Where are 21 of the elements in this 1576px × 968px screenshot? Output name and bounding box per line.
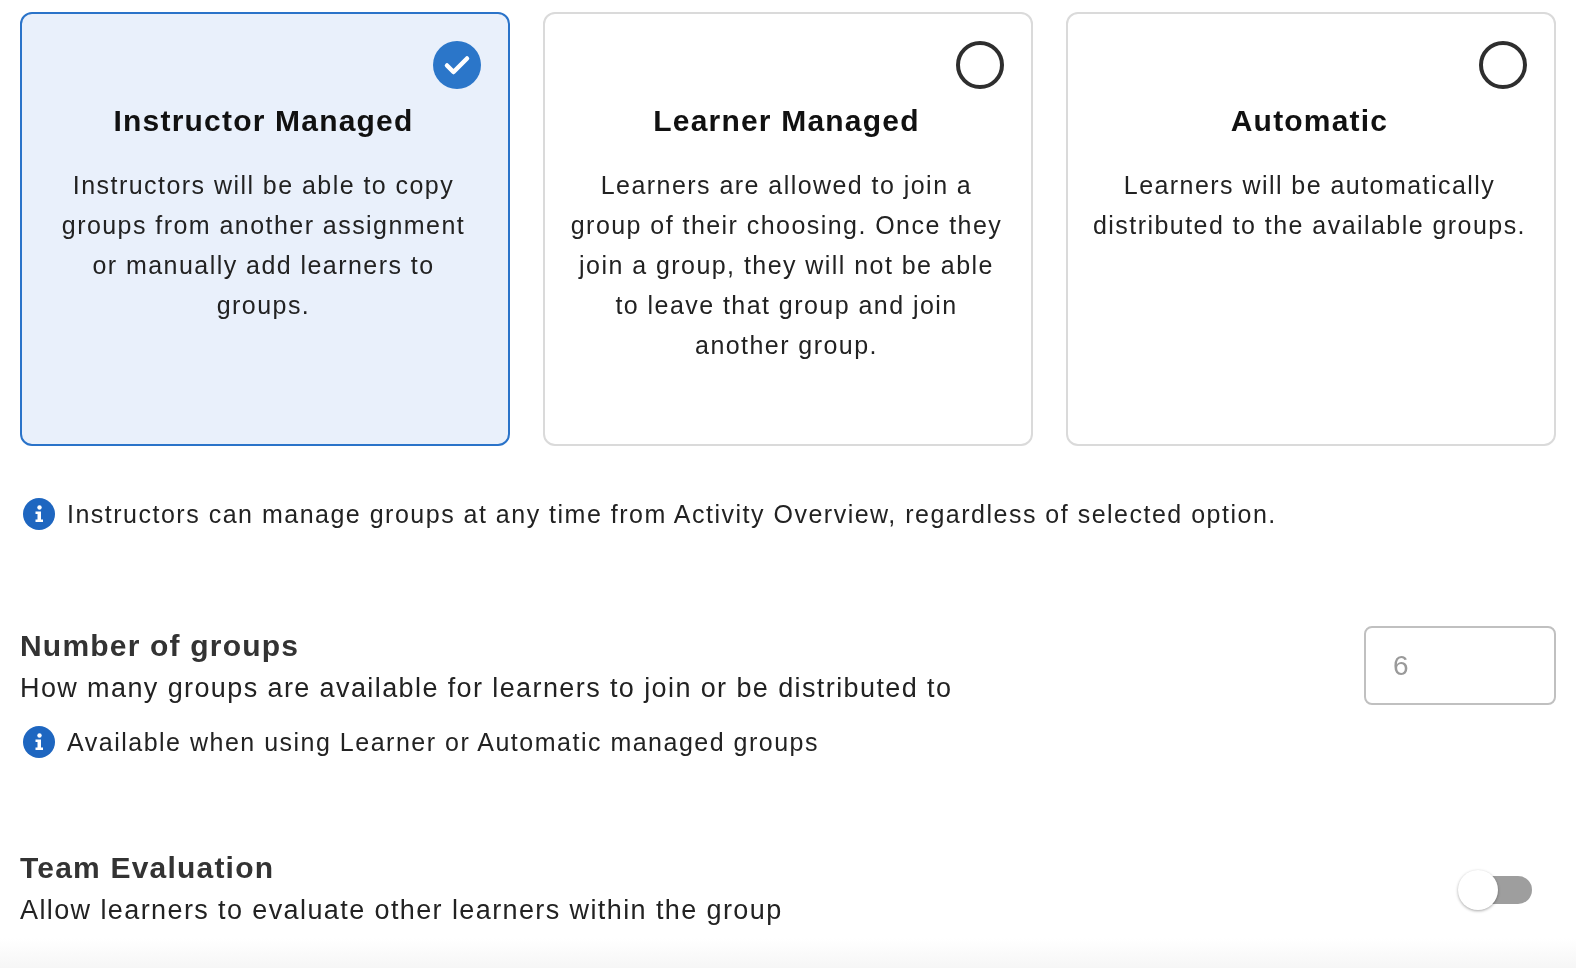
option-card[interactable]: Automatic Learners will be automatically distributed to the available groups. <box>1066 12 1556 446</box>
info-text: Available when using Learner or Automatic managed groups <box>67 727 820 758</box>
option-title: Learner Managed <box>653 103 920 139</box>
option-title: Instructor Managed <box>113 103 414 139</box>
option-card[interactable]: Instructor Managed Instructors will be able to copy groups from another assignment or manually add learners to groups. <box>20 12 510 446</box>
setting-title: Team Evaluation <box>20 850 276 886</box>
option-title: Automatic <box>1230 103 1389 139</box>
setting-description: Allow learners to evaluate other learners within the group <box>20 894 783 927</box>
option-description: Instructors will be able to copy groups from another assignment or manually add learners to groups. <box>60 170 467 321</box>
info-text: Instructors can manage groups at any time from Activity Overview, regardless of selected option. <box>67 499 1277 530</box>
option-card[interactable]: Learner Managed Learners are allowed to join a group of their choosing. Once they join a group, they will not be able to leave that group and join another group. <box>543 12 1033 446</box>
toggle-switch[interactable] <box>1458 869 1534 911</box>
info-icon <box>23 726 55 758</box>
check-circle-icon <box>433 41 481 89</box>
radio-circle-icon <box>1479 41 1527 89</box>
info-icon <box>23 498 55 530</box>
option-description: Learners are allowed to join a group of their choosing. Once they join a group, they will not be able to leave that group and join another group. <box>570 170 1003 361</box>
radio-circle-icon <box>956 41 1004 89</box>
option-description: Learners will be automatically distributed to the available groups. <box>1093 170 1526 241</box>
setting-description: How many groups are available for learners to join or be distributed to <box>20 672 953 705</box>
setting-title: Number of groups <box>20 628 301 664</box>
